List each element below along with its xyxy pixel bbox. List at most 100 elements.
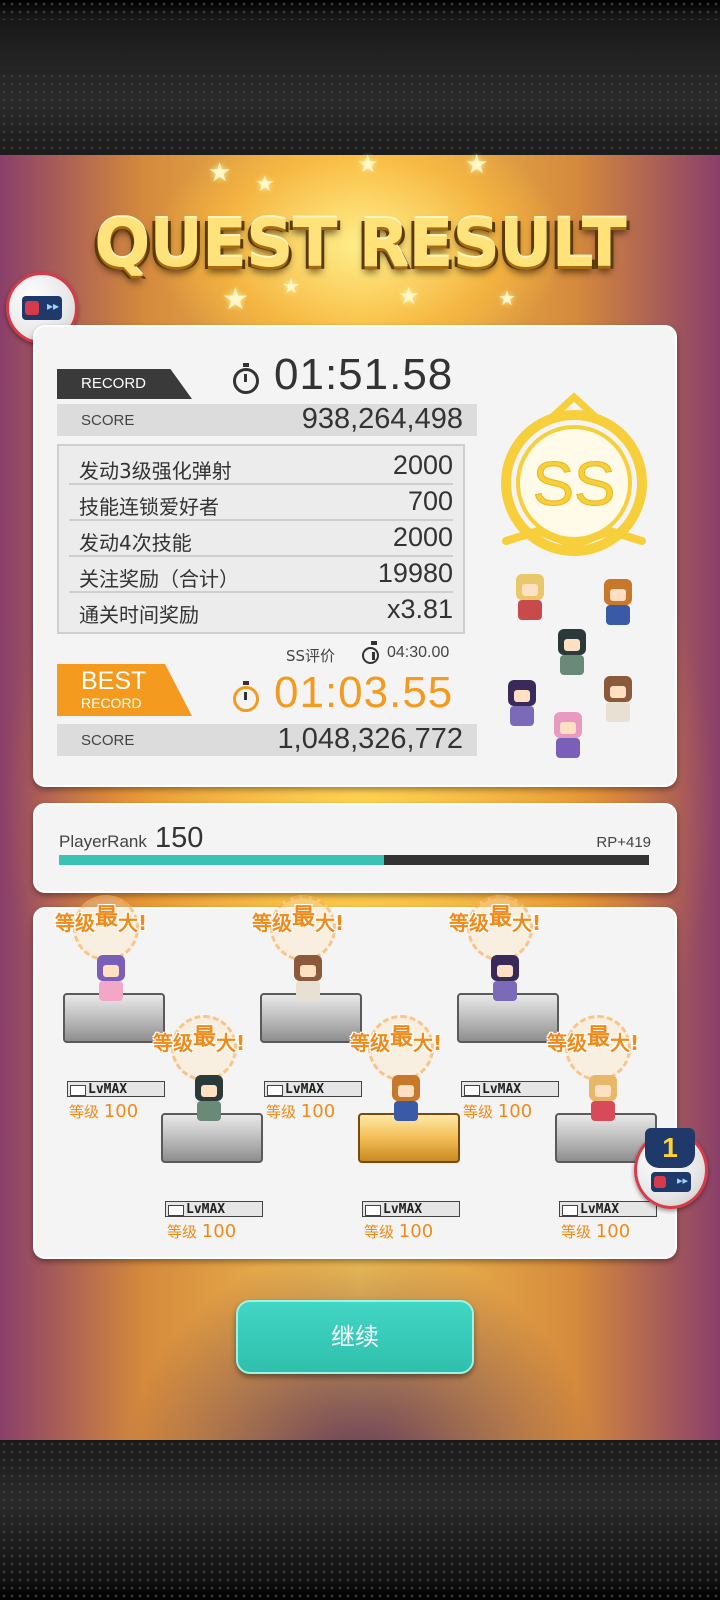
star-icon: ★ <box>398 282 420 310</box>
lv-max-label: LvMAX <box>67 1081 165 1097</box>
best-label: BEST <box>81 667 147 695</box>
sprite-face <box>560 722 576 734</box>
level-max-text: 等级最大! <box>55 903 175 937</box>
lv-max-label: LvMAX <box>264 1081 362 1097</box>
party-member-sprite <box>502 676 542 728</box>
bonus-value: 2000 <box>392 522 453 552</box>
level-max-a: 等级 <box>252 911 292 935</box>
star-icon: ★ <box>208 158 232 188</box>
sprite-body <box>560 655 584 675</box>
party-member-sprite <box>598 672 638 724</box>
best-score-bar: SCORE 1,048,326,772 <box>57 723 477 756</box>
ss-grade-seal: SS <box>501 392 647 556</box>
level-text: 等级 100 <box>561 1221 630 1242</box>
star-icon: ★ <box>465 150 489 180</box>
bonus-row: 发动4次技能 2000 <box>69 520 453 557</box>
rank-up-badge[interactable]: 1 <box>634 1128 708 1209</box>
stopwatch-icon <box>362 641 379 664</box>
bonus-list: 发动3级强化弹射 2000 技能连锁爱好者 700 发动4次技能 2000 关注… <box>57 444 465 634</box>
sprite-body <box>510 706 534 726</box>
bonus-name: 技能连锁爱好者 <box>79 495 219 519</box>
character-unit[interactable]: 等级最大! LvMAX 等级 100 <box>449 895 561 1122</box>
level-max-text: 等级最大! <box>252 903 372 937</box>
auto-play-icon <box>22 296 62 320</box>
score-label: SCORE <box>81 732 135 749</box>
sprite-face <box>497 965 513 977</box>
level-max-b: 最 <box>489 904 512 930</box>
record-score-bar: SCORE 938,264,498 <box>57 403 477 436</box>
top-stripe <box>0 20 720 70</box>
sprite-face <box>103 965 119 977</box>
rank-points-gained: RP+419 <box>596 834 651 851</box>
sprite-face <box>300 965 316 977</box>
level-text: 等级 100 <box>69 1101 138 1122</box>
lv-max-label: LvMAX <box>165 1201 263 1217</box>
level-value: 100 <box>201 1221 237 1242</box>
bonus-value: 2000 <box>392 450 453 480</box>
level-max-a: 等级 <box>547 1031 587 1055</box>
level-max-a: 等级 <box>449 911 489 935</box>
ss-eval-time: 04:30.00 <box>387 644 450 661</box>
level-text: 等级 100 <box>266 1101 335 1122</box>
score-label: SCORE <box>81 412 135 429</box>
level-value: 100 <box>398 1221 434 1242</box>
character-sprite <box>288 951 328 1003</box>
level-max-b: 最 <box>292 904 315 930</box>
star-icon: ★ <box>255 172 275 197</box>
player-rank-label: PlayerRank <box>59 832 147 851</box>
bonus-name: 关注奖励（合计） <box>79 567 239 591</box>
character-unit[interactable]: 等级最大! LvMAX 等级 100 <box>252 895 364 1122</box>
party-member-sprite <box>552 625 592 677</box>
sprite-face <box>610 686 626 698</box>
party-member-sprite <box>548 708 588 760</box>
bonus-row: 发动3级强化弹射 2000 <box>69 448 453 485</box>
sprite-face <box>201 1085 217 1097</box>
bonus-row: 关注奖励（合计） 19980 <box>69 556 453 593</box>
level-label: 等级 <box>561 1223 592 1241</box>
rank-progress-fill <box>59 855 384 865</box>
stopwatch-icon <box>233 363 259 394</box>
lv-max-label: LvMAX <box>559 1201 657 1217</box>
sprite-body <box>99 981 123 1001</box>
bonus-value: 19980 <box>377 558 453 588</box>
level-max-text: 等级最大! <box>547 1023 667 1057</box>
sprite-face <box>398 1085 414 1097</box>
level-max-c: 大! <box>610 1031 640 1055</box>
character-unit[interactable]: 等级最大! LvMAX 等级 100 <box>153 1015 265 1242</box>
level-value: 100 <box>497 1101 533 1122</box>
level-value: 100 <box>595 1221 631 1242</box>
bonus-value: x3.81 <box>386 594 453 624</box>
record-time: 01:51.58 <box>274 350 454 399</box>
sprite-body <box>606 702 630 722</box>
record-score: 938,264,498 <box>301 403 463 435</box>
bonus-name: 发动3级强化弹射 <box>79 459 232 483</box>
bonus-row: 技能连锁爱好者 700 <box>69 484 453 521</box>
level-max-text: 等级最大! <box>449 903 569 937</box>
sprite-face <box>595 1085 611 1097</box>
level-max-a: 等级 <box>55 911 95 935</box>
level-value: 100 <box>103 1101 139 1122</box>
level-text: 等级 100 <box>463 1101 532 1122</box>
bonus-name: 发动4次技能 <box>79 531 192 555</box>
auto-play-icon <box>651 1172 691 1192</box>
character-unit[interactable]: 等级最大! LvMAX 等级 100 <box>350 1015 462 1242</box>
level-max-a: 等级 <box>153 1031 193 1055</box>
level-max-b: 最 <box>193 1024 216 1050</box>
character-sprite <box>189 1071 229 1123</box>
star-icon: ★ <box>357 150 379 178</box>
level-max-c: 大! <box>512 911 542 935</box>
continue-button[interactable]: 继续 <box>236 1300 474 1374</box>
level-max-c: 大! <box>118 911 148 935</box>
star-icon: ★ <box>498 286 516 310</box>
bonus-name: 通关时间奖励 <box>79 603 199 627</box>
sprite-body <box>518 600 542 620</box>
level-text: 等级 100 <box>167 1221 236 1242</box>
level-max-c: 大! <box>413 1031 443 1055</box>
character-unit[interactable]: 等级最大! LvMAX 等级 100 <box>55 895 167 1122</box>
level-label: 等级 <box>463 1103 494 1121</box>
level-max-c: 大! <box>315 911 345 935</box>
top-frame <box>0 0 720 160</box>
level-max-b: 最 <box>95 904 118 930</box>
sprite-body <box>606 605 630 625</box>
bonus-row: 通关时间奖励 x3.81 <box>69 592 453 627</box>
